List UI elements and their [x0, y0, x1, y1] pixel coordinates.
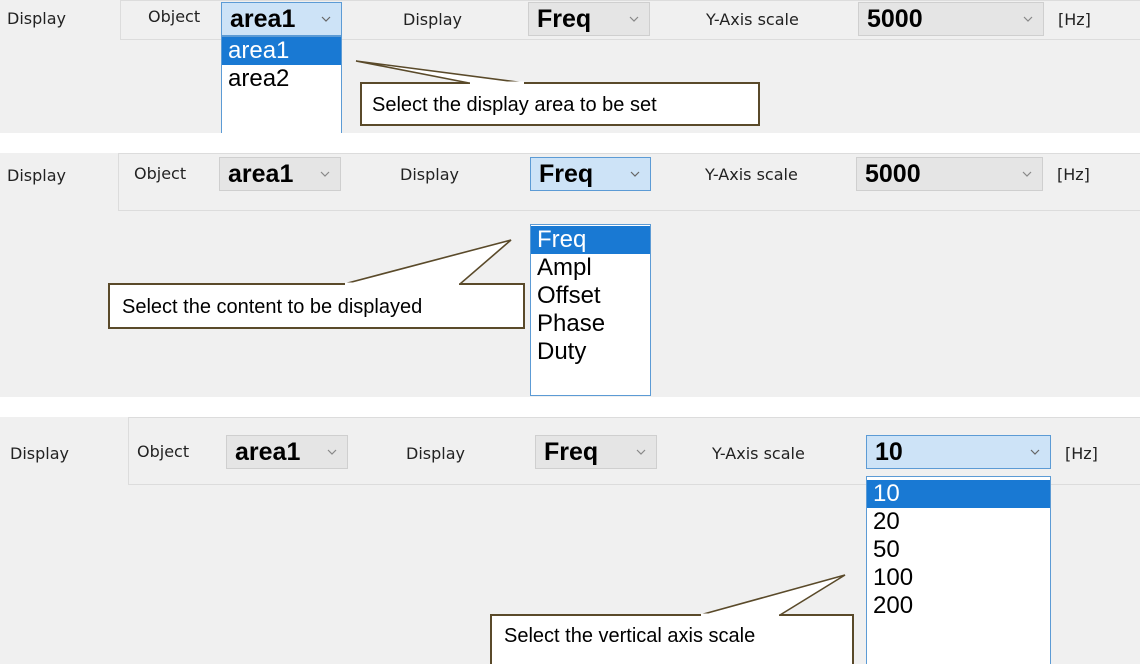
panel-y-axis-scale-selection: Display Object area1 Display Freq Y-Axis… — [0, 417, 1140, 664]
panel-object-selection: Display Object area1 Display Freq Y-Axis… — [0, 0, 1140, 133]
panel-display-selection: Display Object area1 Display Freq Y-Axis… — [0, 153, 1140, 397]
callout-pointer — [343, 239, 512, 286]
callout-pointer — [699, 574, 846, 617]
callout-pointer — [355, 60, 526, 85]
